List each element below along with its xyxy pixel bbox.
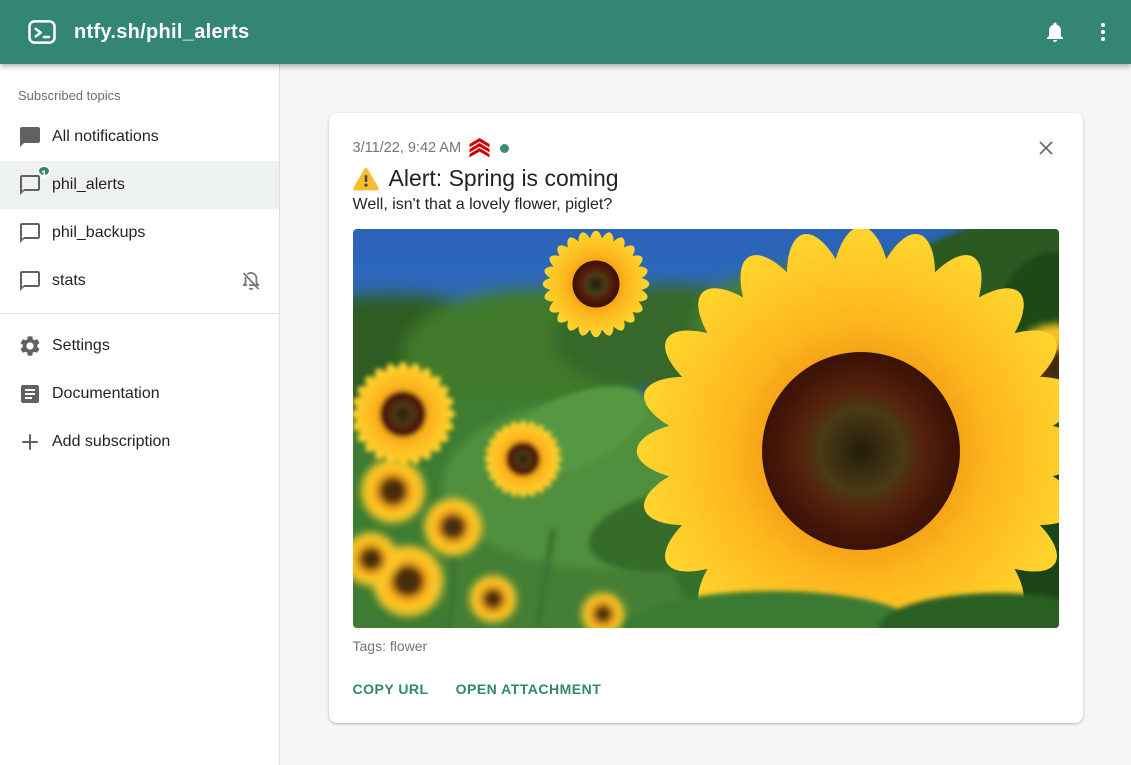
- sidebar-item-settings[interactable]: Settings: [0, 322, 279, 370]
- bell-icon[interactable]: [1031, 8, 1079, 56]
- terminal-logo-icon: [26, 17, 58, 47]
- tags-text: Tags: flower: [353, 638, 1059, 654]
- gear-icon: [18, 334, 42, 358]
- sidebar-item-add-subscription[interactable]: Add subscription: [0, 418, 279, 466]
- sidebar-divider: [0, 313, 279, 314]
- kebab-menu-icon[interactable]: [1079, 8, 1127, 56]
- subscribed-topics-label: Subscribed topics: [0, 72, 279, 113]
- sidebar-item-label: Add subscription: [52, 433, 170, 451]
- sidebar-item-phil-alerts[interactable]: 1 phil_alerts: [0, 161, 279, 209]
- sidebar-item-label: Documentation: [52, 385, 160, 403]
- chat-bubble-filled-icon: [18, 125, 42, 149]
- notification-card: 3/11/22, 9:42 AM: [329, 113, 1083, 723]
- chat-bubble-outline-icon: [18, 269, 42, 293]
- chat-bubble-outline-icon: 1: [18, 173, 42, 197]
- sidebar-item-phil-backups[interactable]: phil_backups: [0, 209, 279, 257]
- app-bar: ntfy.sh/phil_alerts: [0, 0, 1131, 64]
- sidebar-item-stats[interactable]: stats: [0, 257, 279, 305]
- notification-message: Well, isn't that a lovely flower, piglet…: [353, 196, 1059, 214]
- notifications-off-icon: [239, 269, 263, 293]
- content-area: Subscribed topics All notifications 1 ph…: [0, 64, 1131, 765]
- open-attachment-button[interactable]: OPEN ATTACHMENT: [456, 681, 602, 697]
- page-title: ntfy.sh/phil_alerts: [74, 21, 249, 44]
- warning-emoji-icon: [353, 167, 379, 191]
- sidebar-item-label: All notifications: [52, 128, 159, 146]
- copy-url-button[interactable]: COPY URL: [353, 681, 429, 697]
- attachment-image[interactable]: [353, 229, 1059, 628]
- article-icon: [18, 382, 42, 406]
- unread-dot: [500, 144, 509, 153]
- plus-icon: [18, 430, 42, 454]
- sidebar-item-documentation[interactable]: Documentation: [0, 370, 279, 418]
- ntfy-app: ntfy.sh/phil_alerts Subscribed topics: [0, 0, 1131, 765]
- sidebar-item-label: stats: [52, 272, 86, 290]
- notification-meta: 3/11/22, 9:42 AM: [353, 138, 1059, 158]
- sidebar-item-label: phil_backups: [52, 224, 145, 242]
- close-icon[interactable]: [1033, 135, 1059, 161]
- unread-count-badge: 1: [37, 165, 51, 177]
- main-area: 3/11/22, 9:42 AM: [280, 64, 1131, 765]
- chat-bubble-outline-icon: [18, 221, 42, 245]
- sidebar-item-all-notifications[interactable]: All notifications: [0, 113, 279, 161]
- notification-title-row: Alert: Spring is coming: [353, 165, 1059, 192]
- priority-max-icon: [467, 138, 492, 158]
- card-actions: COPY URL OPEN ATTACHMENT: [353, 681, 1059, 697]
- notification-title: Alert: Spring is coming: [389, 165, 619, 192]
- sidebar-item-label: Settings: [52, 337, 110, 355]
- timestamp: 3/11/22, 9:42 AM: [353, 140, 462, 156]
- sidebar: Subscribed topics All notifications 1 ph…: [0, 64, 280, 765]
- sidebar-item-label: phil_alerts: [52, 176, 125, 194]
